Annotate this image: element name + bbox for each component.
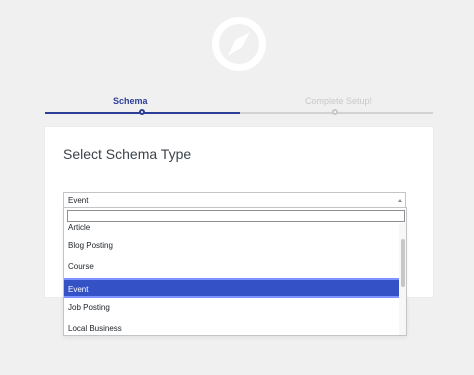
option-course[interactable]: Course [64, 257, 399, 278]
step-schema-label[interactable]: Schema [113, 96, 148, 106]
option-article[interactable]: Article [64, 223, 399, 236]
step-complete-setup-dot[interactable] [332, 109, 338, 115]
dropdown-search-input[interactable] [67, 210, 405, 222]
page-title: Select Schema Type [63, 146, 192, 162]
scrollbar-thumb[interactable] [401, 239, 405, 287]
option-job-posting[interactable]: Job Posting [64, 298, 399, 319]
compass-icon [209, 14, 269, 74]
schema-type-select[interactable]: Event [63, 192, 406, 208]
schema-dropdown: Article Blog Posting Course Event Job Po… [63, 207, 407, 336]
option-blog-posting[interactable]: Blog Posting [64, 236, 399, 257]
step-schema-dot[interactable] [139, 109, 145, 115]
option-event[interactable]: Event [64, 278, 399, 298]
select-value: Event [68, 196, 89, 205]
option-local-business[interactable]: Local Business [64, 319, 399, 335]
options-list: Article Blog Posting Course Event Job Po… [64, 223, 399, 335]
dropdown-scrollbar[interactable] [399, 223, 406, 335]
chevron-up-icon [398, 199, 402, 202]
step-complete-setup-label[interactable]: Complete Setup! [305, 96, 372, 106]
setup-steps: Schema Complete Setup! [45, 94, 433, 120]
